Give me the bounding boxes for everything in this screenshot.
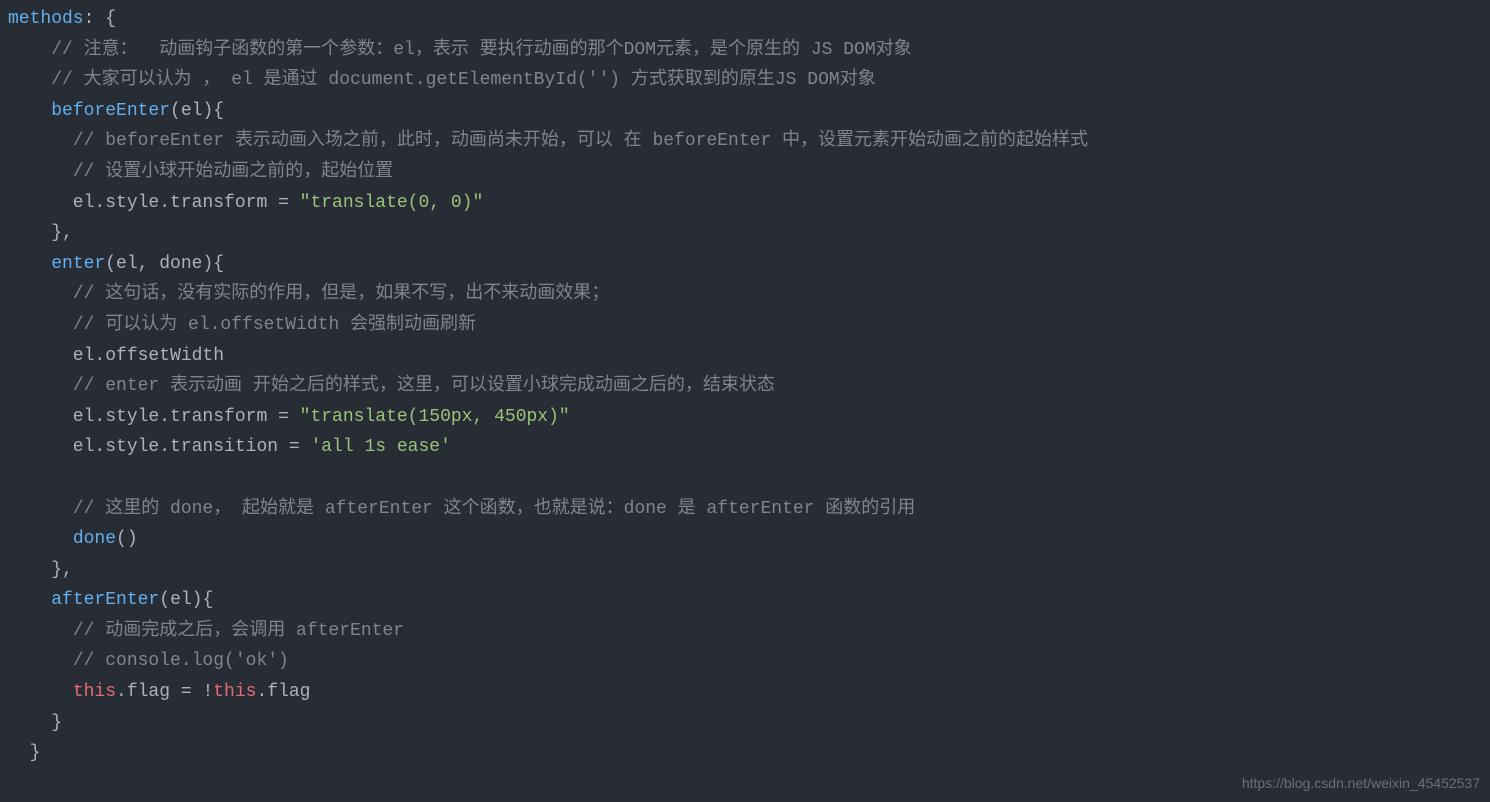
code-token: (: [159, 590, 170, 610]
code-token: enter: [51, 254, 105, 274]
code-line: }: [8, 738, 1482, 769]
code-token: .flag: [256, 682, 310, 702]
code-line: // enter 表示动画 开始之后的样式，这里，可以设置小球完成动画之后的，结…: [8, 371, 1482, 402]
code-token: // 可以认为 el.offsetWidth 会强制动画刷新: [73, 315, 476, 335]
code-line: this.flag = !this.flag: [8, 677, 1482, 708]
code-token: ){: [192, 590, 214, 610]
code-token: [8, 101, 51, 121]
code-token: [8, 621, 73, 641]
code-token: }: [8, 713, 62, 733]
code-token: [8, 590, 51, 610]
code-line: el.offsetWidth: [8, 341, 1482, 372]
code-token: this: [73, 682, 116, 702]
code-line: },: [8, 555, 1482, 586]
code-token: el: [170, 590, 192, 610]
code-line: }: [8, 708, 1482, 739]
code-token: el.style.transform =: [8, 193, 300, 213]
code-line: // 动画完成之后，会调用 afterEnter: [8, 616, 1482, 647]
code-token: this: [213, 682, 256, 702]
code-line: // beforeEnter 表示动画入场之前，此时，动画尚未开始，可以 在 b…: [8, 126, 1482, 157]
code-line: // 注意： 动画钩子函数的第一个参数：el，表示 要执行动画的那个DOM元素，…: [8, 35, 1482, 66]
code-token: [8, 70, 51, 90]
code-token: [8, 529, 73, 549]
code-token: // 大家可以认为 ， el 是通过 document.getElementBy…: [51, 70, 875, 90]
code-token: [8, 499, 73, 519]
code-token: [8, 254, 51, 274]
code-token: [8, 376, 73, 396]
code-token: el.offsetWidth: [8, 346, 224, 366]
code-token: methods: [8, 9, 84, 29]
code-token: el, done: [116, 254, 202, 274]
code-line: done(): [8, 524, 1482, 555]
code-token: // beforeEnter 表示动画入场之前，此时，动画尚未开始，可以 在 b…: [73, 131, 1088, 151]
code-token: done: [73, 529, 116, 549]
code-block: methods: { // 注意： 动画钩子函数的第一个参数：el，表示 要执行…: [0, 0, 1490, 773]
code-line: // 这句话，没有实际的作用，但是，如果不写，出不来动画效果；: [8, 279, 1482, 310]
code-line: // console.log('ok'): [8, 646, 1482, 677]
code-token: (: [105, 254, 116, 274]
code-token: el.style.transition =: [8, 437, 310, 457]
code-token: : {: [84, 9, 116, 29]
code-line: methods: {: [8, 4, 1482, 35]
code-token: ){: [202, 254, 224, 274]
code-token: [8, 40, 51, 60]
code-token: [8, 315, 73, 335]
code-token: }: [8, 743, 40, 763]
code-token: [8, 651, 73, 671]
code-token: .flag = !: [116, 682, 213, 702]
code-token: // console.log('ok'): [73, 651, 289, 671]
code-line: el.style.transform = "translate(0, 0)": [8, 188, 1482, 219]
code-token: ){: [202, 101, 224, 121]
watermark-text: https://blog.csdn.net/weixin_45452537: [1242, 772, 1480, 796]
code-line: el.style.transition = 'all 1s ease': [8, 432, 1482, 463]
code-token: },: [8, 223, 73, 243]
code-token: (: [170, 101, 181, 121]
code-token: [8, 284, 73, 304]
code-token: (): [116, 529, 138, 549]
code-line: // 这里的 done， 起始就是 afterEnter 这个函数，也就是说：d…: [8, 494, 1482, 525]
code-line: enter(el, done){: [8, 249, 1482, 280]
code-token: 'all 1s ease': [310, 437, 450, 457]
code-token: // 动画完成之后，会调用 afterEnter: [73, 621, 404, 641]
code-token: beforeEnter: [51, 101, 170, 121]
code-line: },: [8, 218, 1482, 249]
code-line: afterEnter(el){: [8, 585, 1482, 616]
code-line: // 设置小球开始动画之前的，起始位置: [8, 157, 1482, 188]
code-token: el: [181, 101, 203, 121]
code-line: [8, 463, 1482, 494]
code-line: el.style.transform = "translate(150px, 4…: [8, 402, 1482, 433]
code-line: // 可以认为 el.offsetWidth 会强制动画刷新: [8, 310, 1482, 341]
code-token: [8, 131, 73, 151]
code-token: // 设置小球开始动画之前的，起始位置: [73, 162, 393, 182]
code-token: // 这句话，没有实际的作用，但是，如果不写，出不来动画效果；: [73, 284, 609, 304]
code-token: "translate(0, 0)": [300, 193, 484, 213]
code-token: [8, 682, 73, 702]
code-token: // 这里的 done， 起始就是 afterEnter 这个函数，也就是说：d…: [73, 499, 915, 519]
code-line: // 大家可以认为 ， el 是通过 document.getElementBy…: [8, 65, 1482, 96]
code-token: [8, 162, 73, 182]
code-line: beforeEnter(el){: [8, 96, 1482, 127]
code-token: el.style.transform =: [8, 407, 300, 427]
code-token: afterEnter: [51, 590, 159, 610]
code-token: // enter 表示动画 开始之后的样式，这里，可以设置小球完成动画之后的，结…: [73, 376, 775, 396]
code-token: // 注意： 动画钩子函数的第一个参数：el，表示 要执行动画的那个DOM元素，…: [51, 40, 911, 60]
code-token: "translate(150px, 450px)": [300, 407, 570, 427]
code-token: },: [8, 560, 73, 580]
